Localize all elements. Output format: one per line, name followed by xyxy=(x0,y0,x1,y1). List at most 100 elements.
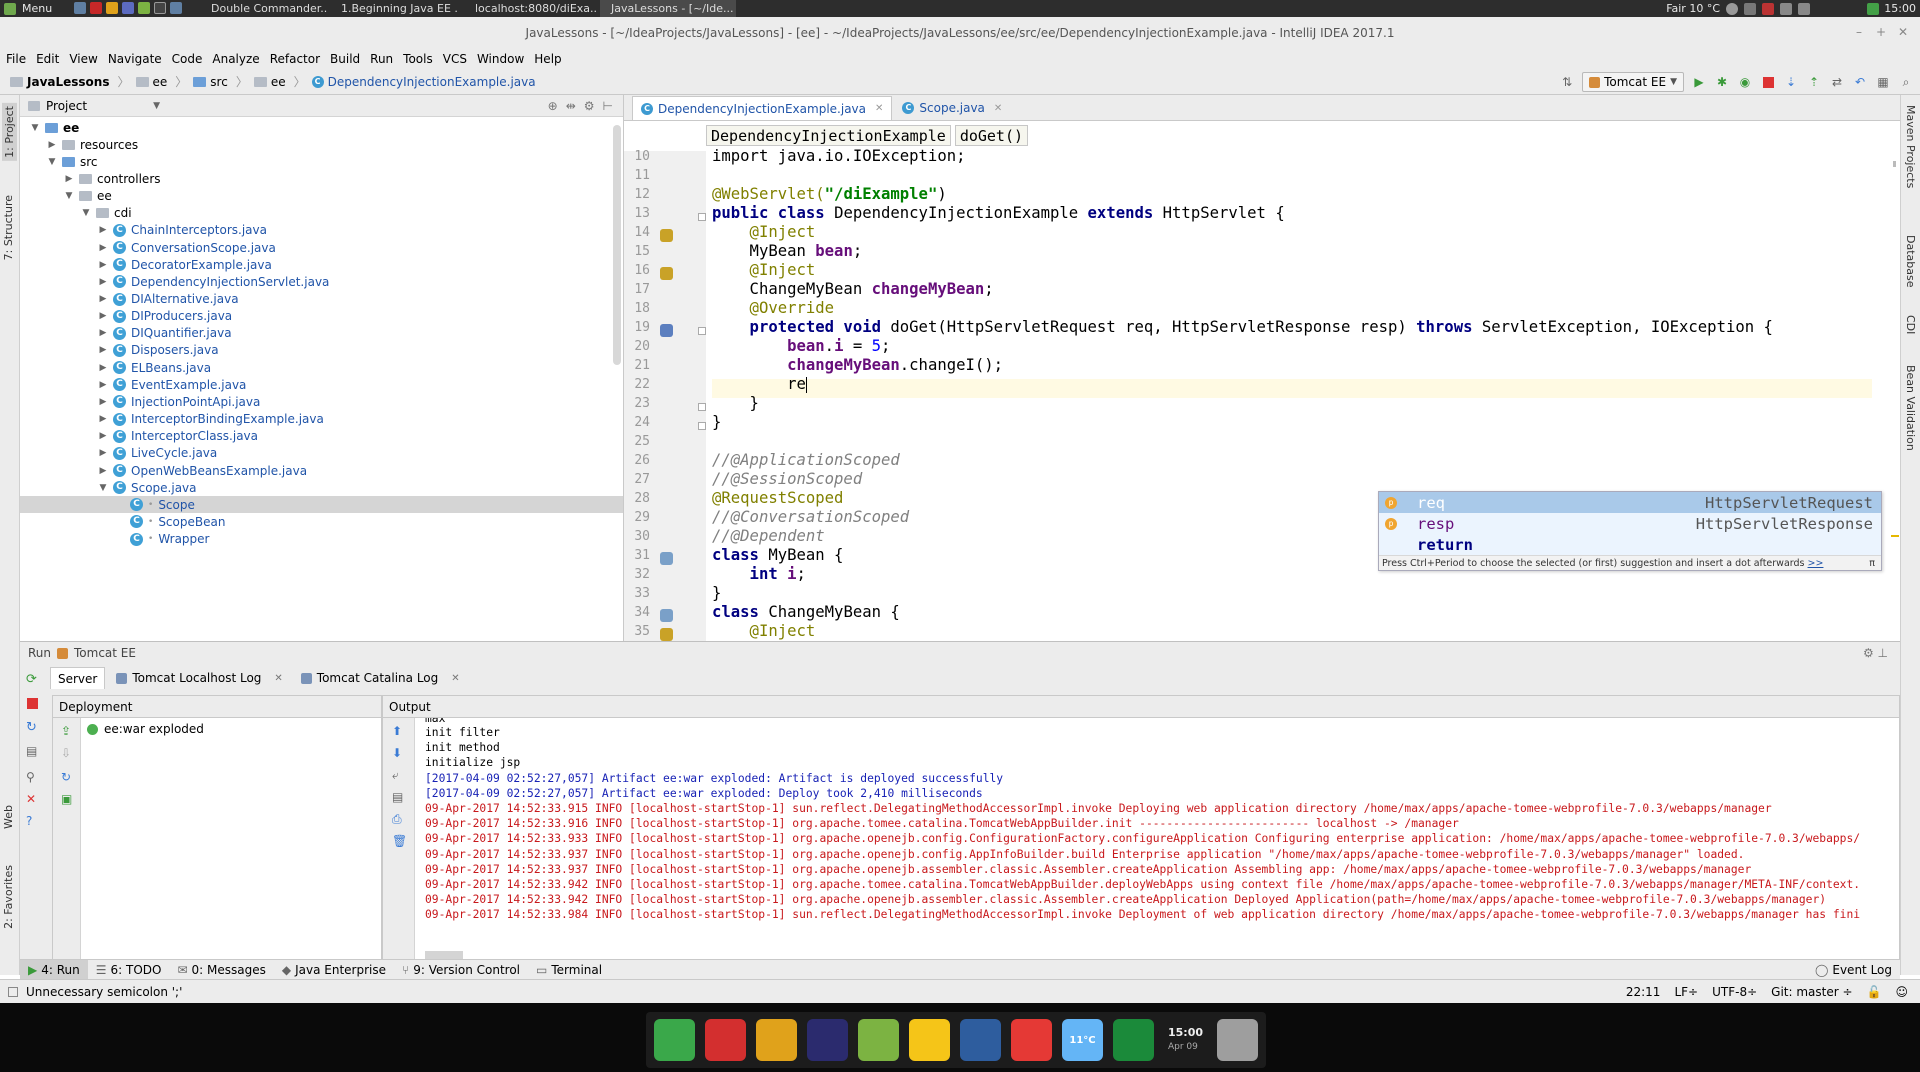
hide-panel-icon[interactable]: ⊢ xyxy=(603,99,613,113)
files-icon[interactable] xyxy=(909,1019,950,1061)
deployment-item[interactable]: ee:war exploded xyxy=(87,722,204,736)
weather-icon[interactable]: 11°C xyxy=(1062,1019,1103,1061)
tree-node[interactable]: ▼ src xyxy=(47,153,98,170)
tool-tab[interactable]: ▭ Terminal xyxy=(528,960,610,980)
breadcrumb-method[interactable]: doGet() xyxy=(954,125,1029,146)
tab-favorites[interactable]: 2: Favorites xyxy=(2,865,15,929)
double-commander-icon[interactable] xyxy=(705,1019,746,1061)
chevron-right-icon[interactable]: ▶ xyxy=(98,225,108,235)
vcs-compare-icon[interactable]: ⇄ xyxy=(1829,74,1845,90)
clear-all-icon[interactable]: 🗑 xyxy=(392,834,407,848)
tool-tab[interactable]: ☰ 6: TODO xyxy=(88,960,170,980)
run-tab[interactable]: Tomcat Localhost Log ✕ xyxy=(109,667,289,689)
git-branch[interactable]: Git: master ÷ xyxy=(1771,985,1852,999)
chevron-right-icon[interactable]: ▶ xyxy=(98,431,108,441)
chevron-right-icon[interactable]: ▶ xyxy=(98,345,108,355)
tab-database[interactable]: Database xyxy=(1904,235,1917,288)
pdf-reader-icon[interactable] xyxy=(1011,1019,1052,1061)
chevron-down-icon[interactable]: ▼ xyxy=(98,483,108,493)
tree-node[interactable]: C • Wrapper xyxy=(115,531,209,548)
tree-node[interactable]: ▶ C ConversationScope.java xyxy=(98,239,276,256)
chevron-right-icon[interactable]: ▶ xyxy=(98,363,108,373)
intellij-icon[interactable] xyxy=(122,2,134,14)
intellij-icon[interactable] xyxy=(807,1019,848,1061)
radar-icon[interactable] xyxy=(1113,1019,1154,1061)
editor-scrollbar[interactable] xyxy=(1890,155,1900,625)
menu-run[interactable]: Run xyxy=(370,52,393,66)
spiral-icon[interactable] xyxy=(858,1019,899,1061)
tree-node[interactable]: ▼ C Scope.java xyxy=(98,479,197,496)
taskbar-task[interactable]: JavaLessons - [~/Ide... xyxy=(600,0,736,17)
desktop-icon[interactable] xyxy=(74,2,86,14)
help-icon[interactable]: ? xyxy=(26,814,32,828)
tree-node[interactable]: ▶ C Disposers.java xyxy=(98,342,219,359)
file-encoding[interactable]: UTF-8÷ xyxy=(1712,985,1757,999)
deploy-icon[interactable]: ⇪ xyxy=(61,724,71,738)
menu-code[interactable]: Code xyxy=(172,52,203,66)
tool-tab[interactable]: ✉ 0: Messages xyxy=(169,960,273,980)
tab-web[interactable]: Web xyxy=(2,805,15,829)
taskbar-task[interactable]: Double Commander... xyxy=(200,0,328,17)
menu-analyze[interactable]: Analyze xyxy=(212,52,259,66)
close-tab-icon[interactable]: ✕ xyxy=(994,103,1002,114)
completion-item[interactable]: p resp HttpServletResponse xyxy=(1379,513,1881,534)
run-tab[interactable]: Tomcat Catalina Log ✕ xyxy=(294,667,467,689)
injection-point-icon[interactable] xyxy=(660,628,673,641)
tree-node[interactable]: C • Scope xyxy=(20,496,623,514)
layout-icon[interactable]: ▤ xyxy=(26,744,37,758)
chevron-right-icon[interactable]: ▶ xyxy=(98,380,108,390)
anchor-icon[interactable] xyxy=(654,1019,695,1061)
fold-marker-icon[interactable] xyxy=(698,327,706,335)
tool-tab[interactable]: ◆ Java Enterprise xyxy=(274,960,394,980)
project-scrollbar[interactable] xyxy=(613,125,621,365)
taskbar-task[interactable]: localhost:8080/diExa... xyxy=(464,0,596,17)
chevron-right-icon[interactable]: ▶ xyxy=(64,174,74,184)
soft-wrap-icon[interactable]: ⤶ xyxy=(392,768,399,783)
close-tab-icon[interactable]: ✕ xyxy=(451,673,459,684)
revert-icon[interactable]: ↶ xyxy=(1852,74,1868,90)
chevron-right-icon[interactable]: ▶ xyxy=(98,448,108,458)
injection-point-icon[interactable] xyxy=(660,229,673,242)
minimize-icon[interactable]: – xyxy=(1852,25,1866,39)
completion-item[interactable]: p req HttpServletRequest xyxy=(1379,492,1881,513)
run-tab[interactable]: Server xyxy=(50,667,106,689)
breadcrumb-item[interactable]: ee 〉 xyxy=(253,73,306,90)
status-toggle-icon[interactable] xyxy=(8,986,18,997)
tab-project[interactable]: 1: Project xyxy=(2,103,17,161)
scroll-up-icon[interactable]: ⬆ xyxy=(392,724,402,738)
tab-bean-validation[interactable]: Bean Validation xyxy=(1904,365,1917,451)
menu-navigate[interactable]: Navigate xyxy=(108,52,162,66)
system-menu-button[interactable]: Menu xyxy=(4,0,52,17)
tree-node[interactable]: ▶ C OpenWebBeansExample.java xyxy=(98,462,308,479)
chrome-icon[interactable] xyxy=(106,2,118,14)
tab-maven-projects[interactable]: Maven Projects xyxy=(1904,105,1917,188)
chevron-right-icon[interactable]: ▶ xyxy=(98,311,108,321)
vcs-commit-icon[interactable]: ⇡ xyxy=(1806,74,1822,90)
media-player-icon[interactable] xyxy=(960,1019,1001,1061)
tree-node[interactable]: ▶ C ChainInterceptors.java xyxy=(98,222,267,239)
chevron-right-icon[interactable]: ▶ xyxy=(98,414,108,424)
menu-tools[interactable]: Tools xyxy=(403,52,433,66)
tree-node[interactable]: ▶ C DependencyInjectionServlet.java xyxy=(98,273,330,290)
tree-node[interactable]: ▶ C InterceptorClass.java xyxy=(98,428,258,445)
trash-icon[interactable] xyxy=(1217,1019,1259,1061)
wifi-icon[interactable] xyxy=(1780,2,1792,15)
editor-tab[interactable]: C DependencyInjectionExample.java ✕ xyxy=(632,96,893,120)
tree-node[interactable]: ▶ resources xyxy=(47,136,139,153)
event-log-button[interactable]: ◯ Event Log xyxy=(1807,960,1900,980)
injection-point-icon[interactable] xyxy=(660,267,673,280)
project-view-select[interactable]: Project xyxy=(46,99,87,113)
undeploy-icon[interactable]: ⇩ xyxy=(61,746,71,760)
menu-window[interactable]: Window xyxy=(477,52,524,66)
tab-cdi[interactable]: CDI xyxy=(1904,315,1917,334)
refresh-icon[interactable]: ↻ xyxy=(61,770,71,784)
bean-icon[interactable] xyxy=(660,552,673,565)
rerun-icon[interactable]: ⟳ xyxy=(26,672,37,687)
menu-help[interactable]: Help xyxy=(534,52,561,66)
collapse-all-icon[interactable]: ⇹ xyxy=(566,99,576,113)
fold-marker-icon[interactable] xyxy=(698,403,706,411)
chevron-down-icon[interactable]: ▼ xyxy=(47,157,57,167)
chevron-down-icon[interactable]: ▼ xyxy=(153,101,160,111)
tree-node[interactable]: ▶ C DIProducers.java xyxy=(98,308,233,325)
breadcrumb-item[interactable]: JavaLessons 〉 xyxy=(10,73,130,90)
